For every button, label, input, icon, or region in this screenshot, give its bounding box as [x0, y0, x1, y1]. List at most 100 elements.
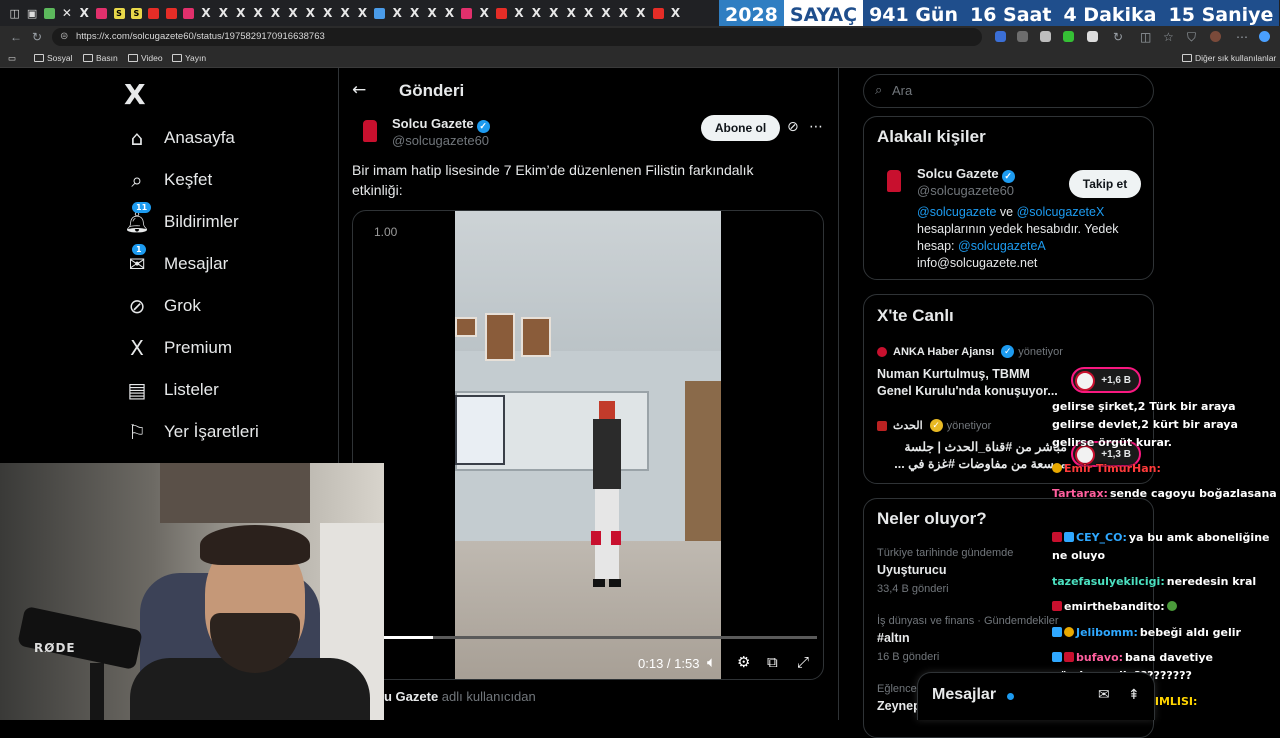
- tab-close-icon[interactable]: ✕: [58, 3, 75, 23]
- tab-actions-icon[interactable]: ◫: [6, 3, 23, 23]
- browser-tab[interactable]: [649, 3, 666, 23]
- live-source[interactable]: ANKA Haber Ajansı ✓ yönetiyor: [877, 345, 1063, 358]
- browser-tab[interactable]: X: [284, 3, 301, 23]
- browser-tab[interactable]: [145, 3, 162, 23]
- browser-tab[interactable]: [163, 3, 180, 23]
- browser-tab[interactable]: S: [110, 3, 127, 23]
- live-title[interactable]: مباشر من #قناة_الحدث | جلسة موسعة من مفا…: [877, 439, 1067, 473]
- address-bar[interactable]: ⊜ https://x.com/solcugazete60/status/197…: [52, 28, 982, 46]
- live-title[interactable]: Numan Kurtulmuş, TBMM Genel Kurulu'nda k…: [877, 366, 1067, 400]
- menu-icon[interactable]: ⋯: [1236, 30, 1248, 44]
- browser-tab[interactable]: X: [232, 3, 249, 23]
- browser-tab[interactable]: [493, 3, 510, 23]
- browser-tab[interactable]: X: [406, 3, 423, 23]
- back-arrow-icon[interactable]: ←: [352, 80, 366, 100]
- bookmark-folder[interactable]: Basın: [83, 53, 118, 63]
- browser-tab[interactable]: X: [667, 3, 684, 23]
- browser-tab[interactable]: X: [319, 3, 336, 23]
- nav-item-lists[interactable]: ▤ Listeler: [126, 378, 219, 402]
- bio-mention[interactable]: @solcugazeteX: [1017, 205, 1105, 219]
- favorites-icon[interactable]: ☆: [1163, 30, 1174, 44]
- browser-tab[interactable]: X: [336, 3, 353, 23]
- messages-drawer[interactable]: Mesajlar ✉ ⇞: [917, 672, 1155, 720]
- extension-icon[interactable]: [1040, 31, 1051, 42]
- nav-item-messages[interactable]: ✉ 1 Mesajlar: [126, 244, 228, 276]
- attribution-name[interactable]: u Gazete: [384, 689, 438, 704]
- browser-tab[interactable]: X: [580, 3, 597, 23]
- split-screen-icon[interactable]: ◫: [1140, 30, 1151, 44]
- trend-name[interactable]: #altın: [877, 631, 910, 645]
- browser-tab[interactable]: X: [302, 3, 319, 23]
- browser-tab[interactable]: X: [76, 3, 93, 23]
- browser-tab[interactable]: X: [528, 3, 545, 23]
- browser-tab[interactable]: X: [249, 3, 266, 23]
- nav-item-premium[interactable]: X Premium: [126, 336, 232, 360]
- related-name[interactable]: Solcu Gazete ✓: [917, 166, 1015, 183]
- search-input[interactable]: ⌕ Ara: [863, 74, 1154, 108]
- browser-tab[interactable]: X: [354, 3, 371, 23]
- live-source[interactable]: الحدث ✓ yönetiyor: [877, 419, 991, 432]
- nav-item-grok[interactable]: ⊘ Grok: [126, 294, 201, 318]
- nav-item-bookmarks[interactable]: ⚐ Yer İşaretleri: [126, 420, 259, 444]
- browser-tab[interactable]: X: [632, 3, 649, 23]
- related-handle[interactable]: @solcugazete60: [917, 183, 1014, 198]
- browser-tab[interactable]: [93, 3, 110, 23]
- bookmark-folder[interactable]: Yayın: [172, 53, 206, 63]
- browser-tab[interactable]: X: [597, 3, 614, 23]
- author-handle[interactable]: @solcugazete60: [392, 133, 489, 148]
- reading-list-icon[interactable]: ▭: [8, 53, 16, 64]
- bookmark-folder[interactable]: Sosyal: [34, 53, 73, 63]
- video-progress-bar[interactable]: [383, 636, 817, 639]
- browser-tab[interactable]: X: [476, 3, 493, 23]
- copilot-icon[interactable]: [1259, 31, 1270, 42]
- browser-tab[interactable]: X: [563, 3, 580, 23]
- tab-overview-icon[interactable]: ▣: [23, 3, 40, 23]
- site-info-icon[interactable]: ⊜: [60, 28, 68, 46]
- reload-icon[interactable]: ↻: [32, 30, 42, 44]
- nav-item-home[interactable]: ⌂ Anasayfa: [126, 126, 235, 150]
- new-message-icon[interactable]: ✉: [1098, 687, 1110, 703]
- nav-item-explore[interactable]: ⌕ Keşfet: [126, 168, 212, 192]
- video-player[interactable]: 1.00 0:13 / 1:53 🔈︎ ⚙ ⧉ ⤢: [352, 210, 824, 680]
- author-avatar[interactable]: [354, 115, 386, 147]
- settings-gear-icon[interactable]: ⚙: [737, 653, 750, 671]
- trend-name[interactable]: Uyuşturucu: [877, 563, 946, 577]
- extension-icon[interactable]: [995, 31, 1006, 42]
- refresh-extension-icon[interactable]: ↻: [1113, 30, 1123, 44]
- browser-tab[interactable]: X: [510, 3, 527, 23]
- picture-in-picture-icon[interactable]: ⧉: [767, 653, 778, 671]
- video-frame[interactable]: [455, 211, 721, 679]
- browser-tab[interactable]: X: [615, 3, 632, 23]
- subscribe-button[interactable]: Abone ol: [701, 115, 780, 141]
- browser-tab[interactable]: [371, 3, 388, 23]
- extension-icon[interactable]: [1087, 31, 1098, 42]
- browser-tab[interactable]: [180, 3, 197, 23]
- volume-icon[interactable]: 🔈︎: [707, 653, 716, 671]
- more-options-icon[interactable]: ⋯: [809, 119, 823, 135]
- bio-mention[interactable]: @solcugazeteA: [958, 239, 1046, 253]
- live-listener-count[interactable]: +1,6 B: [1071, 367, 1141, 393]
- playback-speed[interactable]: 1.00: [374, 225, 397, 239]
- browser-tab[interactable]: X: [267, 3, 284, 23]
- browser-tab[interactable]: X: [389, 3, 406, 23]
- browser-tab[interactable]: X: [215, 3, 232, 23]
- x-logo[interactable]: X: [124, 78, 146, 111]
- browser-tab[interactable]: X: [423, 3, 440, 23]
- fullscreen-icon[interactable]: ⤢: [797, 653, 809, 671]
- extension-icon[interactable]: [1063, 31, 1074, 42]
- browser-tab[interactable]: S: [128, 3, 145, 23]
- other-bookmarks[interactable]: Diğer sık kullanılanlar: [1182, 53, 1276, 63]
- bio-mention[interactable]: @solcugazete: [917, 205, 996, 219]
- profile-avatar[interactable]: [1210, 31, 1221, 42]
- browser-tab[interactable]: X: [441, 3, 458, 23]
- browser-tab[interactable]: [41, 3, 58, 23]
- browser-tab[interactable]: X: [545, 3, 562, 23]
- follow-button[interactable]: Takip et: [1069, 170, 1141, 198]
- related-avatar[interactable]: [878, 165, 910, 197]
- author-name[interactable]: Solcu Gazete ✓: [392, 116, 490, 133]
- browser-tab[interactable]: X: [197, 3, 214, 23]
- shield-icon[interactable]: ⛉: [1187, 30, 1196, 45]
- extension-icon[interactable]: [1017, 31, 1028, 42]
- trend-name[interactable]: Zeynep: [877, 699, 921, 713]
- bookmark-folder[interactable]: Video: [128, 53, 163, 63]
